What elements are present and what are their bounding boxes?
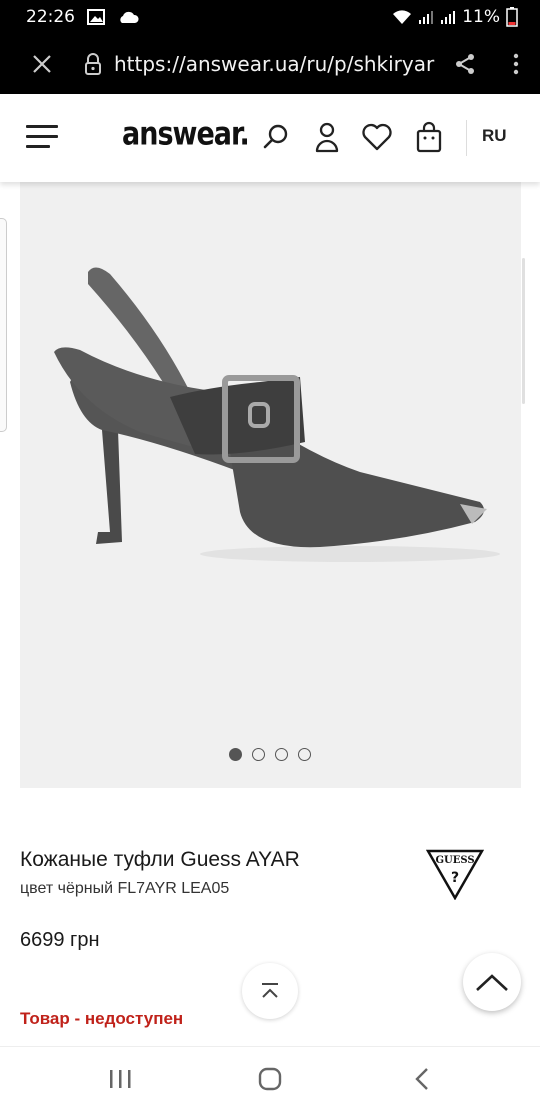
back-to-top-button[interactable] [463,953,521,1011]
battery-icon [506,7,518,27]
signal-icon [418,9,434,25]
gallery-dot[interactable] [229,748,242,761]
status-bar: 22:26 11% [0,0,540,34]
signal-icon [440,9,456,25]
cloud-icon [117,10,139,24]
search-icon[interactable] [259,120,293,154]
battery-percent: 11% [462,7,500,27]
brand-logo-text: GUESS [435,855,474,866]
availability-status: Товар - недоступен [20,1009,184,1028]
lock-icon [84,53,114,75]
product-gallery[interactable] [20,182,521,788]
more-vert-icon [513,53,519,75]
product-title: Кожаные туфли Guess AYAR [20,848,300,871]
product-price: 6699 грн [20,929,100,951]
chevron-up-icon [476,974,508,991]
shoe-photo [54,267,500,562]
wifi-icon [392,9,412,25]
status-time: 22:26 [26,7,75,27]
gallery-dot[interactable] [298,748,311,761]
browser-toolbar: https://answear.ua/ru/p/shkiryar [0,34,540,94]
heart-icon[interactable] [360,120,394,154]
arrow-up-icon [262,983,278,998]
scroll-top-button[interactable] [242,963,298,1019]
menu-icon[interactable] [26,125,58,149]
recent-apps-icon[interactable] [100,1063,140,1095]
gallery-dot[interactable] [275,748,288,761]
user-icon[interactable] [310,120,344,154]
gallery-pagination [229,748,311,761]
brand-logo[interactable]: GUESS ? [425,848,485,905]
scrollbar[interactable] [522,258,525,404]
share-button[interactable] [438,53,492,75]
header-divider [466,120,467,156]
browser-menu-button[interactable] [492,53,540,75]
home-icon[interactable] [250,1063,290,1095]
product-color-code: цвет чёрный FL7AYR LEA05 [20,880,230,897]
url-bar[interactable]: https://answear.ua/ru/p/shkiryar [114,52,438,76]
side-drawer-handle[interactable] [0,218,7,432]
image-icon [87,9,105,25]
site-header: answear. RU [0,94,540,182]
close-icon [33,55,51,73]
back-icon[interactable] [402,1063,442,1095]
language-switch[interactable]: RU [482,126,507,146]
cart-bag-icon[interactable] [412,120,446,154]
share-icon [456,54,474,74]
svg-text:?: ? [451,870,459,886]
gallery-dot[interactable] [252,748,265,761]
close-tab-button[interactable] [0,34,84,94]
site-logo[interactable]: answear. [122,116,250,153]
system-nav-bar [0,1046,540,1110]
